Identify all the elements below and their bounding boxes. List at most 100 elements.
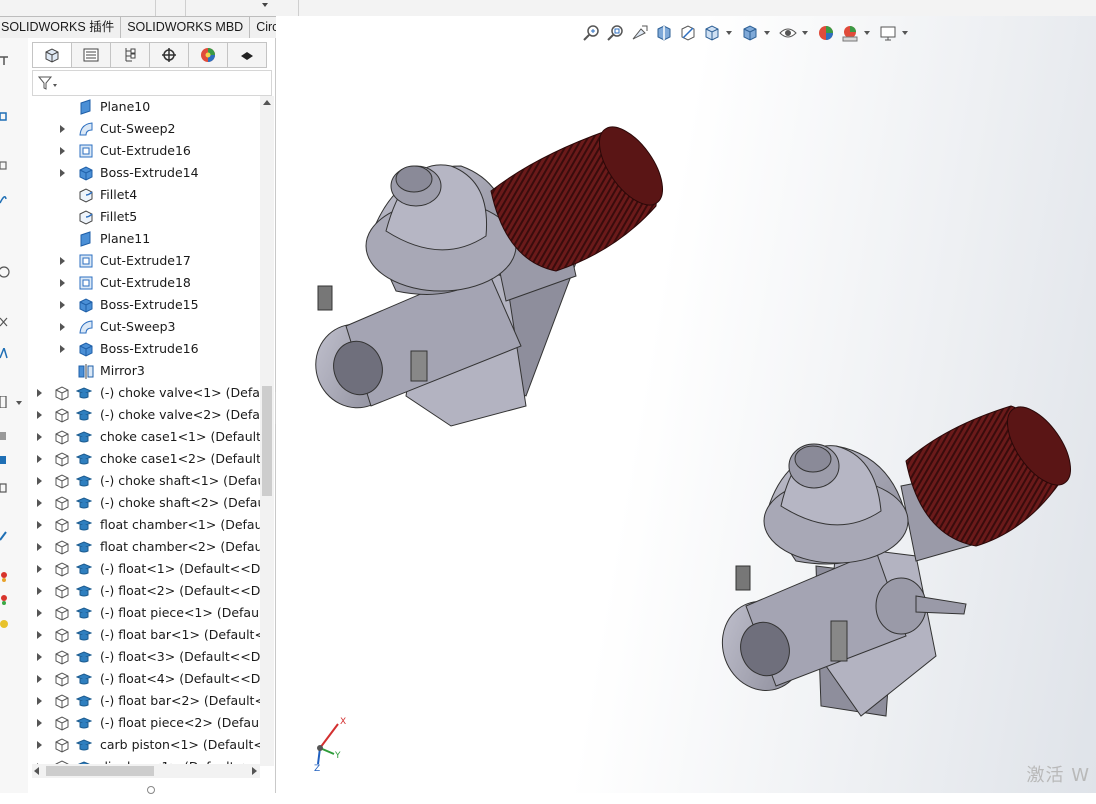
tool-icon[interactable] [0, 430, 12, 442]
cam-icon [241, 52, 253, 60]
tree-component[interactable]: float chamber<1> (Default [28, 514, 260, 536]
tree-component[interactable]: (-) choke shaft<2> (Default [28, 492, 260, 514]
scroll-thumb[interactable] [262, 386, 272, 496]
smart-component-icon [76, 695, 92, 707]
tree-component[interactable]: choke case1<2> (Default< [28, 448, 260, 470]
tree-item-cut-extrude18[interactable]: Cut-Extrude18 [28, 272, 260, 294]
expand-arrow-icon[interactable] [37, 477, 42, 485]
expand-arrow-icon[interactable] [37, 653, 42, 661]
scroll-thumb[interactable] [46, 766, 154, 776]
tool-icon[interactable] [0, 396, 12, 408]
tree-item-cut-extrude16[interactable]: Cut-Extrude16 [28, 140, 260, 162]
carburetor-assembly-2[interactable] [710, 397, 1083, 717]
tree-item-boss-extrude14[interactable]: Boss-Extrude14 [28, 162, 260, 184]
expand-arrow-icon[interactable] [37, 587, 42, 595]
expand-arrow-icon[interactable] [37, 697, 42, 705]
tool-icon[interactable] [0, 594, 12, 606]
tree-item-boss-extrude16[interactable]: Boss-Extrude16 [28, 338, 260, 360]
tree-component[interactable]: (-) float piece<1> (Default< [28, 602, 260, 624]
tree-component[interactable]: float chamber<2> (Default [28, 536, 260, 558]
tree-item-boss-extrude15[interactable]: Boss-Extrude15 [28, 294, 260, 316]
tree-component[interactable]: (-) float bar<2> (Default<< [28, 690, 260, 712]
tree-component-label: (-) float piece<1> (Default< [100, 605, 260, 620]
carburetor-assembly-1[interactable] [304, 117, 675, 427]
tab-solidworks-addins[interactable]: SOLIDWORKS 插件 [0, 16, 122, 39]
tree-component[interactable]: (-) float<3> (Default<<Defa [28, 646, 260, 668]
tree-item-label: Fillet5 [100, 209, 138, 224]
expand-arrow-icon[interactable] [60, 147, 65, 155]
expand-arrow-icon[interactable] [37, 565, 42, 573]
tree-item-mirror3[interactable]: Mirror3 [28, 360, 260, 382]
expand-arrow-icon[interactable] [37, 719, 42, 727]
model-render[interactable] [276, 16, 1096, 793]
chevron-down-icon[interactable] [16, 401, 22, 405]
expand-arrow-icon[interactable] [60, 279, 65, 287]
tool-icon[interactable] [0, 316, 12, 328]
expand-arrow-icon[interactable] [37, 499, 42, 507]
tool-icon[interactable] [0, 618, 12, 630]
expand-arrow-icon[interactable] [37, 455, 42, 463]
tool-icon[interactable] [0, 55, 12, 67]
tree-component[interactable]: (-) float bar<1> (Default<< [28, 624, 260, 646]
expand-arrow-icon[interactable] [37, 389, 42, 397]
ribbon-dropdown-caret-icon[interactable] [262, 3, 268, 7]
tool-icon[interactable] [0, 266, 12, 278]
expand-arrow-icon[interactable] [60, 345, 65, 353]
tool-icon[interactable] [0, 160, 12, 172]
tree-component[interactable]: (-) float<1> (Default<<Defa [28, 558, 260, 580]
tab-cam-manager[interactable] [228, 42, 267, 68]
tree-item-fillet5[interactable]: Fillet5 [28, 206, 260, 228]
tab-display-manager[interactable] [189, 42, 228, 68]
tree-component[interactable]: (-) float<2> (Default<<Defa [28, 580, 260, 602]
expand-arrow-icon[interactable] [60, 323, 65, 331]
tree-component-label: (-) float<2> (Default<<Defa [100, 583, 260, 598]
tree-component[interactable]: (-) choke valve<1> (Default [28, 382, 260, 404]
tool-icon[interactable] [0, 193, 12, 205]
scroll-up-icon[interactable] [263, 100, 271, 105]
filter-icon[interactable] [38, 75, 58, 91]
expand-arrow-icon[interactable] [37, 675, 42, 683]
tool-icon[interactable] [0, 530, 12, 542]
tree-item-cut-sweep2[interactable]: Cut-Sweep2 [28, 118, 260, 140]
tree-component[interactable]: (-) choke shaft<1> (Default [28, 470, 260, 492]
tree-filter-bar[interactable] [32, 70, 272, 96]
tool-icon[interactable] [0, 454, 12, 466]
tree-component[interactable]: (-) choke valve<2> (Default [28, 404, 260, 426]
tree-component[interactable]: choke case1<1> (Default< [28, 426, 260, 448]
triad-origin [317, 745, 323, 751]
tool-icon[interactable] [0, 571, 12, 583]
scroll-left-icon[interactable] [34, 767, 39, 775]
tree-component[interactable]: (-) float piece<2> (Default< [28, 712, 260, 734]
expand-arrow-icon[interactable] [37, 631, 42, 639]
tool-icon[interactable] [0, 348, 12, 360]
expand-arrow-icon[interactable] [60, 125, 65, 133]
tree-component[interactable]: (-) float<4> (Default<<Defa [28, 668, 260, 690]
tab-property-manager[interactable] [72, 42, 111, 68]
expand-arrow-icon[interactable] [37, 609, 42, 617]
tab-feature-manager[interactable] [32, 42, 72, 68]
expand-arrow-icon[interactable] [60, 301, 65, 309]
expand-arrow-icon[interactable] [37, 433, 42, 441]
tree-item-fillet4[interactable]: Fillet4 [28, 184, 260, 206]
tree-item-plane10[interactable]: Plane10 [28, 96, 260, 118]
tool-icon[interactable] [0, 482, 12, 494]
expand-arrow-icon[interactable] [60, 257, 65, 265]
tree-horizontal-scrollbar[interactable] [32, 764, 260, 778]
scroll-right-icon[interactable] [252, 767, 257, 775]
tab-solidworks-mbd[interactable]: SOLIDWORKS MBD [121, 16, 251, 39]
tool-icon[interactable] [0, 111, 12, 123]
ribbon-separator [155, 0, 156, 16]
expand-arrow-icon[interactable] [37, 741, 42, 749]
tree-item-cut-extrude17[interactable]: Cut-Extrude17 [28, 250, 260, 272]
expand-arrow-icon[interactable] [37, 411, 42, 419]
expand-arrow-icon[interactable] [60, 169, 65, 177]
expand-arrow-icon[interactable] [37, 543, 42, 551]
tree-item-cut-sweep3[interactable]: Cut-Sweep3 [28, 316, 260, 338]
tab-dimxpert-manager[interactable] [150, 42, 189, 68]
tree-vertical-scrollbar[interactable] [260, 96, 274, 766]
graphics-viewport[interactable]: X Y Z 激活 W [276, 16, 1096, 793]
tab-configuration-manager[interactable] [111, 42, 150, 68]
tree-item-plane11[interactable]: Plane11 [28, 228, 260, 250]
tree-component[interactable]: carb piston<1> (Default<< [28, 734, 260, 756]
expand-arrow-icon[interactable] [37, 521, 42, 529]
